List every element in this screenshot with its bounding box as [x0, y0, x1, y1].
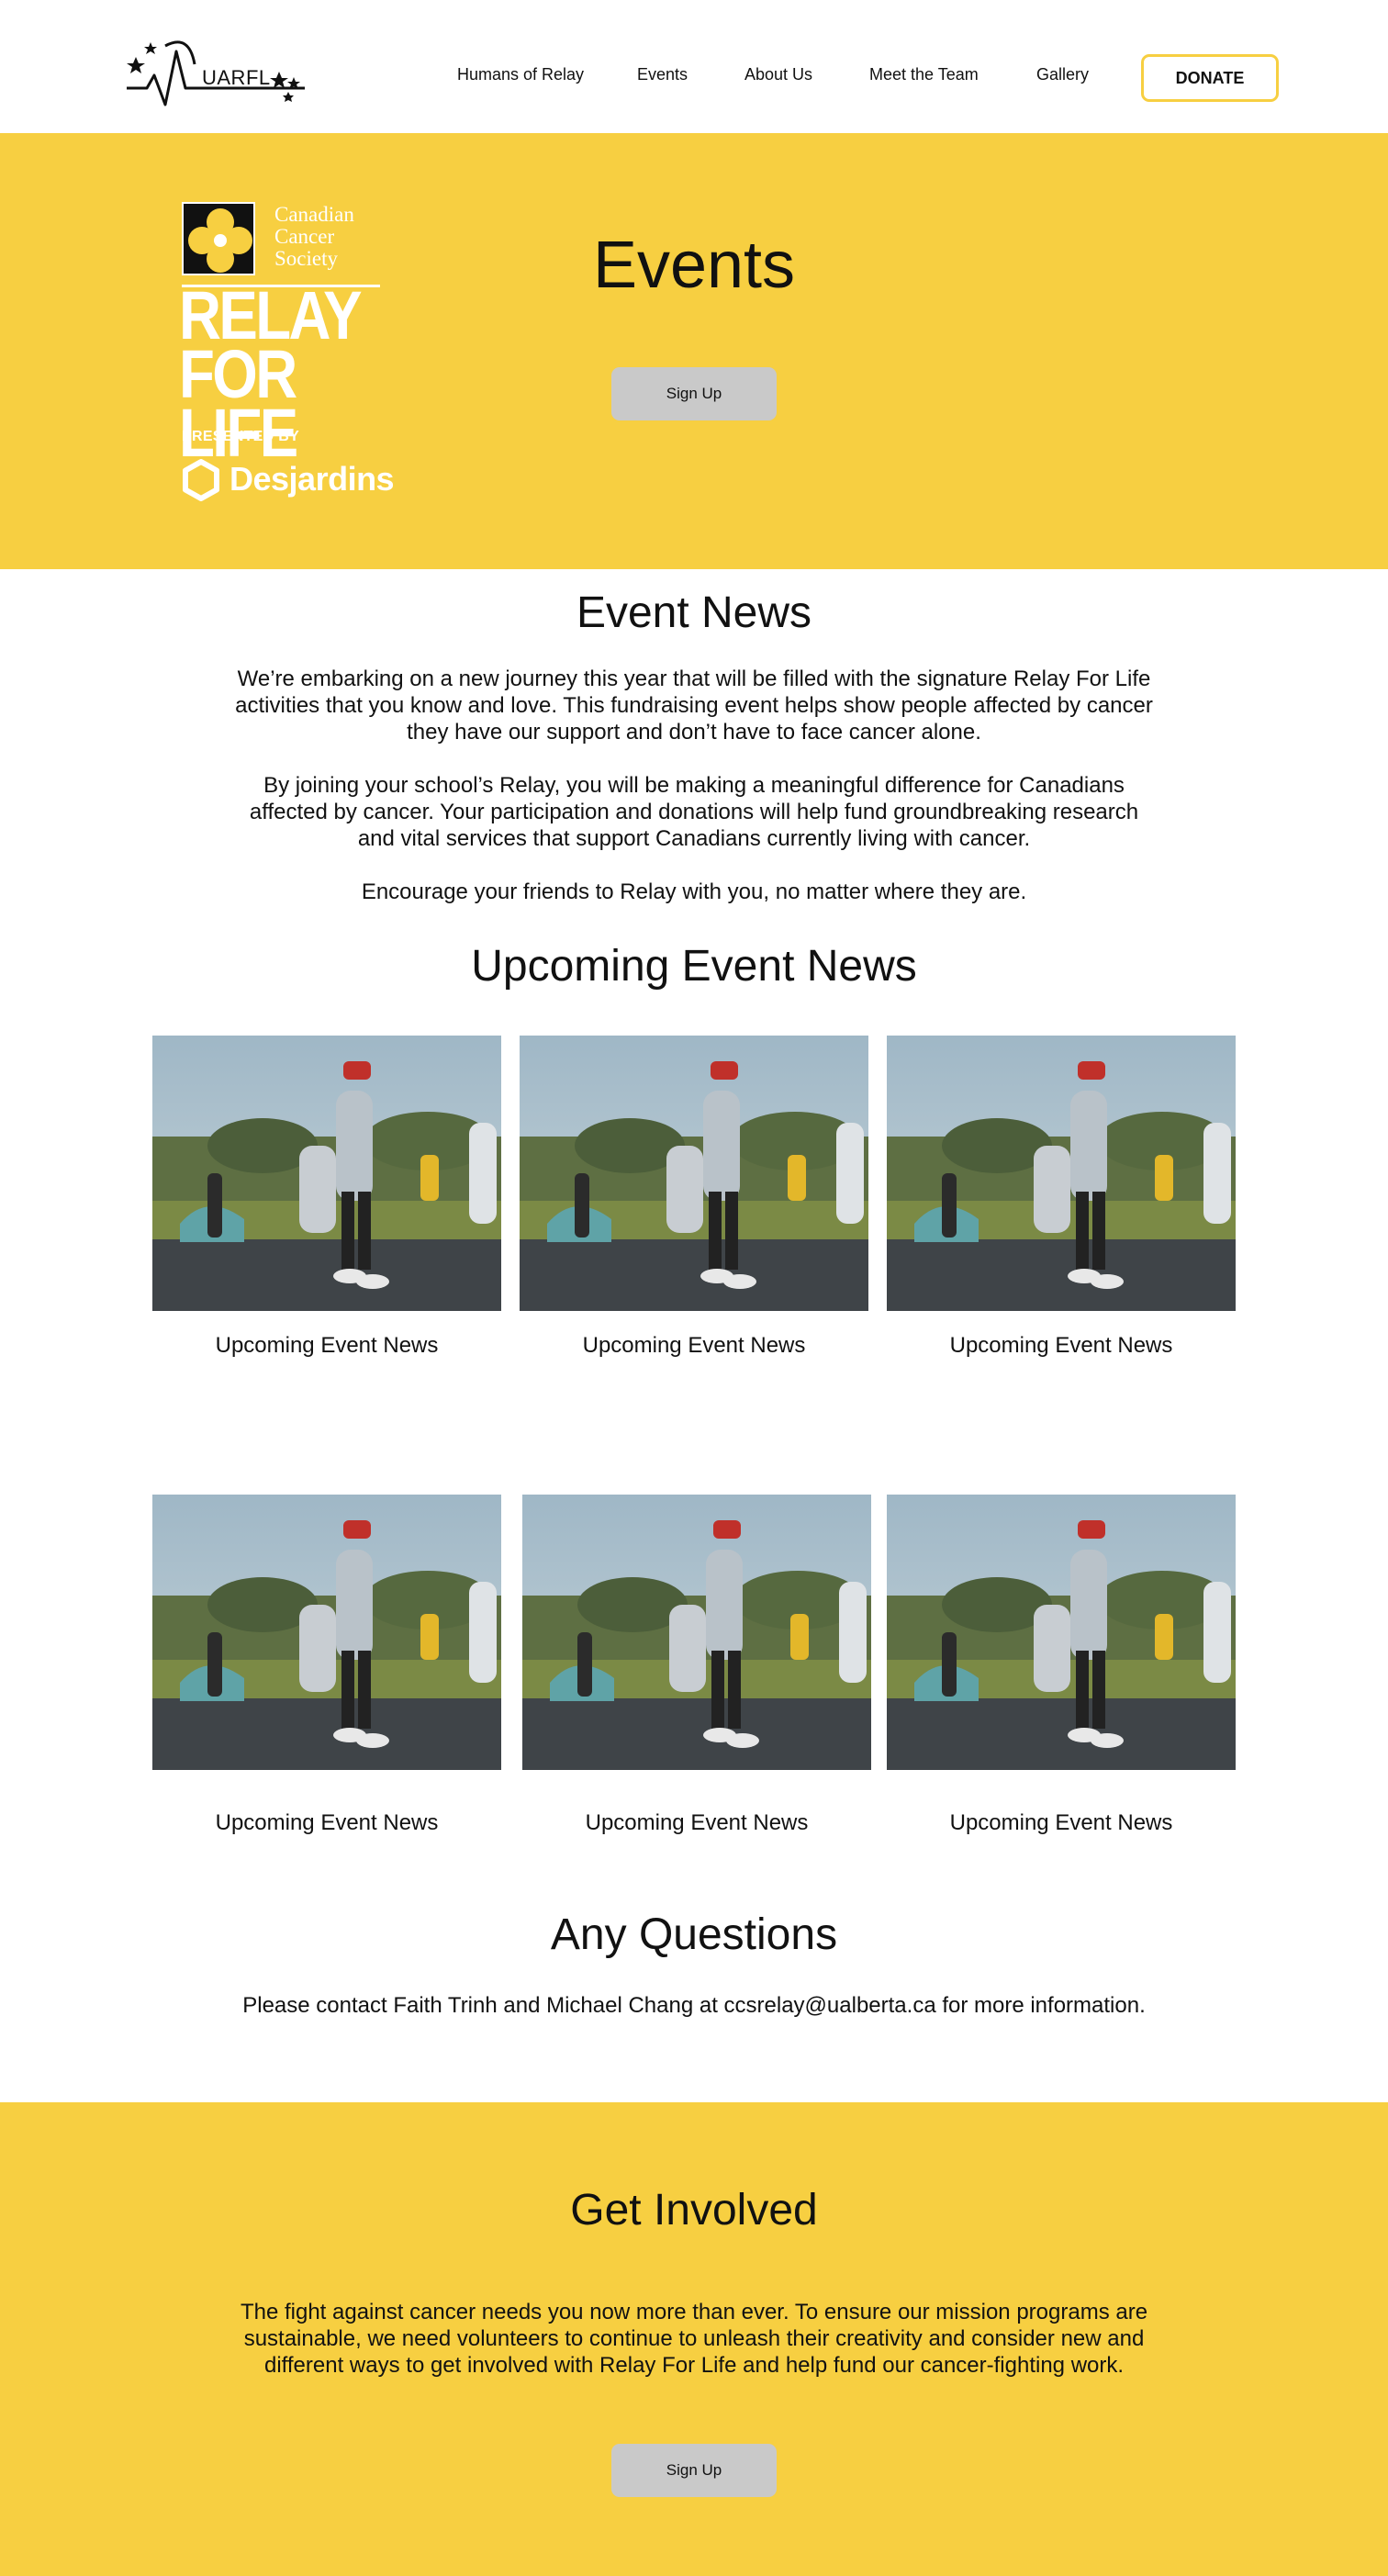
event-photo-icon: [520, 1036, 868, 1311]
nav-about-us[interactable]: About Us: [744, 65, 812, 84]
donate-button[interactable]: DONATE: [1141, 54, 1279, 102]
event-card-image[interactable]: [522, 1495, 871, 1770]
event-card-caption[interactable]: Upcoming Event News: [887, 1333, 1236, 1359]
event-card-caption[interactable]: Upcoming Event News: [522, 1810, 871, 1836]
page-title: Events: [592, 229, 796, 302]
event-card-caption[interactable]: Upcoming Event News: [152, 1810, 501, 1836]
event-photo-icon: [152, 1036, 501, 1311]
event-card-image[interactable]: [520, 1036, 868, 1311]
event-card-image[interactable]: [152, 1036, 501, 1311]
get-involved-text: The fight against cancer needs you now m…: [240, 2300, 1148, 2378]
event-card-caption[interactable]: Upcoming Event News: [520, 1333, 868, 1359]
society-name: Canadian Cancer Society: [274, 203, 354, 270]
event-photo-icon: [887, 1495, 1236, 1770]
event-photo-icon: [152, 1495, 501, 1770]
event-news-paragraph-3: Encourage your friends to Relay with you…: [361, 879, 1027, 904]
get-involved-title: Get Involved: [570, 2186, 818, 2234]
daffodil-icon: [182, 202, 255, 275]
nav-meet-the-team[interactable]: Meet the Team: [869, 65, 979, 84]
hero-banner: Canadian Cancer Society RELAY FOR LIFE P…: [0, 133, 1388, 569]
event-card-caption[interactable]: Upcoming Event News: [887, 1810, 1236, 1836]
event-card-image[interactable]: [887, 1495, 1236, 1770]
desjardins-hexagon-icon: [183, 459, 219, 501]
nav-events[interactable]: Events: [637, 65, 688, 84]
hero-signup-button[interactable]: Sign Up: [611, 367, 777, 420]
event-news-title: Event News: [576, 588, 812, 637]
relay-for-life-logo: Canadian Cancer Society RELAY FOR LIFE P…: [179, 202, 395, 505]
event-card-image[interactable]: [152, 1495, 501, 1770]
get-involved-section: Get Involved The fight against cancer ne…: [0, 2102, 1388, 2576]
event-card-image[interactable]: [887, 1036, 1236, 1311]
event-news-paragraph-2: By joining your school’s Relay, you will…: [249, 773, 1139, 851]
footer-signup-button[interactable]: Sign Up: [611, 2444, 777, 2497]
event-photo-icon: [887, 1036, 1236, 1311]
nav-humans-of-relay[interactable]: Humans of Relay: [457, 65, 584, 84]
upcoming-event-news-title: Upcoming Event News: [471, 942, 917, 991]
event-card-caption[interactable]: Upcoming Event News: [152, 1333, 501, 1359]
sponsor-name: Desjardins: [229, 460, 395, 498]
nav-gallery[interactable]: Gallery: [1036, 65, 1089, 84]
site-header: UARFL Humans of Relay Events About Us Me…: [0, 0, 1388, 133]
presented-by-label: PRESENTED BY: [182, 429, 300, 444]
event-news-paragraph-1: We’re embarking on a new journey this ye…: [235, 666, 1153, 745]
event-photo-icon: [522, 1495, 871, 1770]
contact-text: Please contact Faith Trinh and Michael C…: [242, 1993, 1146, 2018]
any-questions-title: Any Questions: [550, 1910, 838, 1959]
